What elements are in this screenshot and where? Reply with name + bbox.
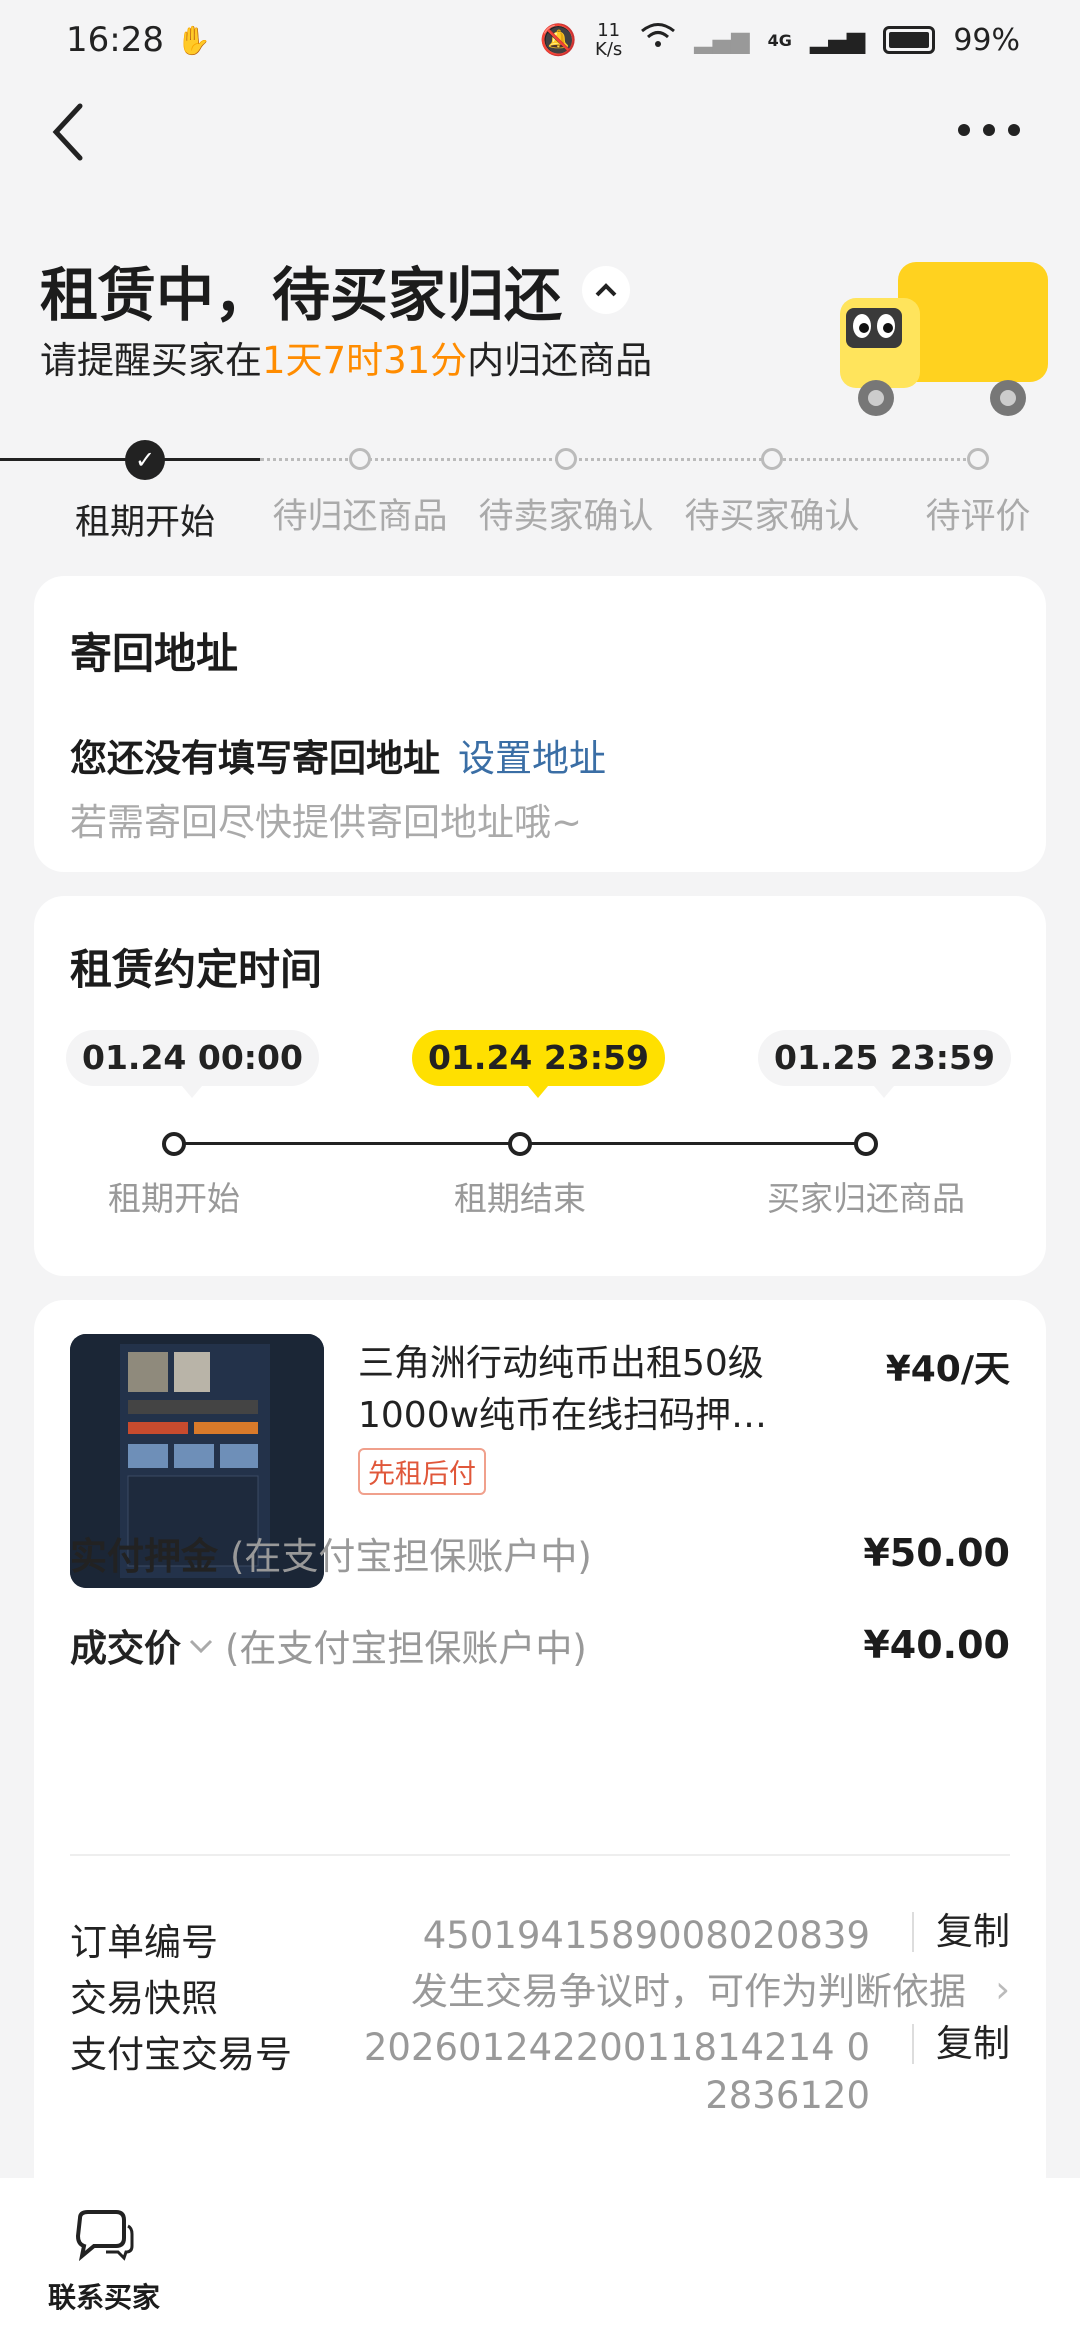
return-address-title: 寄回地址 xyxy=(70,629,239,678)
order-progress-steps: ✓ 租期开始 待归还商品 待卖家确认 待买家确认 待评价 xyxy=(0,440,1080,550)
rental-time-card: 租赁约定时间 01.24 00:00 01.24 23:59 01.25 23:… xyxy=(34,896,1046,1276)
return-reminder: 请提醒买家在1天7时31分内归还商品 xyxy=(40,339,653,382)
chevron-up-icon[interactable] xyxy=(582,266,631,314)
deal-price-value: ¥40.00 xyxy=(863,1623,1010,1667)
timeline-label: 买家归还商品 xyxy=(767,1179,965,1218)
timeline-label: 租期开始 xyxy=(108,1179,240,1218)
contact-buyer-button[interactable]: 联系买家 xyxy=(44,2208,164,2316)
copy-order-number-button[interactable]: 复制 xyxy=(912,1912,1010,1952)
status-time: 16:28 xyxy=(66,20,164,60)
more-icon[interactable] xyxy=(954,108,1034,158)
step-await-review: 待评价 xyxy=(878,440,1078,539)
order-number: 4501941589008020839 xyxy=(422,1914,870,1957)
signal-x-icon: ▂▄▆ xyxy=(694,26,750,54)
step-await-return: 待归还商品 xyxy=(260,440,460,539)
order-number-row: 订单编号 4501941589008020839 复制 xyxy=(70,1910,1010,1965)
set-address-link[interactable]: 设置地址 xyxy=(458,737,606,780)
rent-first-pay-later-tag: 先租后付 xyxy=(358,1448,486,1495)
start-time-bubble: 01.24 00:00 xyxy=(66,1030,319,1098)
alipay-trade-number: 20260124220011814214 0 2836120 xyxy=(363,2026,870,2117)
chevron-down-icon[interactable] xyxy=(189,1630,213,1660)
wifi-icon xyxy=(640,22,676,58)
bottom-action-bar: 联系买家 xyxy=(0,2178,1080,2340)
return-address-card: 寄回地址 您还没有填写寄回地址 设置地址 若需寄回尽快提供寄回地址哦~ xyxy=(34,576,1046,872)
mute-bell-icon: 🔕 xyxy=(539,22,578,58)
order-detail-card: 三角洲行动纯币出租50级1000w纯币在线扫码押… ¥40/天 先租后付 实付押… xyxy=(34,1300,1046,2180)
chevron-right-icon[interactable]: › xyxy=(995,1968,1010,2011)
remaining-time: 1天7时31分 xyxy=(262,339,468,382)
step-buyer-confirm: 待买家确认 xyxy=(672,440,872,539)
snapshot-row[interactable]: 交易快照 发生交易争议时，可作为判断依据 › xyxy=(70,1968,1010,2022)
product-title[interactable]: 三角洲行动纯币出租50级1000w纯币在线扫码押… xyxy=(358,1338,828,1442)
deposit-value: ¥50.00 xyxy=(863,1531,1010,1575)
check-icon: ✓ xyxy=(125,440,165,480)
status-bar: 16:28 ✋ 🔕 11 K/s ▂▄▆ 4G ▂▄▆ 99% xyxy=(0,0,1080,80)
timeline-dot xyxy=(162,1132,186,1156)
battery-icon xyxy=(883,26,936,54)
alipay-trade-row: 支付宝交易号 20260124220011814214 0 2836120 复制 xyxy=(70,2024,1010,2118)
address-missing-line: 您还没有填写寄回地址 设置地址 xyxy=(70,737,606,780)
divider xyxy=(70,1854,1010,1856)
order-status-title: 租赁中，待买家归还 xyxy=(40,248,631,332)
network-4g-icon: 4G xyxy=(767,30,792,50)
deal-price-row[interactable]: 成交价 (在支付宝担保账户中) ¥40.00 xyxy=(70,1618,1010,1672)
back-icon[interactable] xyxy=(48,100,108,170)
step-seller-confirm: 待卖家确认 xyxy=(466,440,666,539)
timeline-label: 租期结束 xyxy=(454,1179,586,1218)
status-icons: 🔕 11 K/s ▂▄▆ 4G ▂▄▆ 99% xyxy=(540,21,1020,59)
timeline-dot xyxy=(854,1132,878,1156)
snapshot-value: 发生交易争议时，可作为判断依据 xyxy=(411,1970,966,2013)
battery-percent: 99% xyxy=(953,22,1020,58)
net-speed: 11 K/s xyxy=(595,20,623,60)
hand-icon: ✋ xyxy=(175,23,211,57)
chat-icon xyxy=(72,2210,136,2268)
step-rental-start: ✓ 租期开始 xyxy=(45,440,245,545)
copy-alipay-number-button[interactable]: 复制 xyxy=(912,2024,1010,2064)
end-time-bubble: 01.24 23:59 xyxy=(412,1030,665,1098)
signal-icon: ▂▄▆ xyxy=(809,26,866,54)
contact-buyer-label: 联系买家 xyxy=(47,2281,160,2314)
top-nav xyxy=(0,100,1080,210)
timeline-dot xyxy=(508,1132,532,1156)
delivery-truck-icon xyxy=(828,248,1060,424)
address-hint: 若需寄回尽快提供寄回地址哦~ xyxy=(70,801,583,844)
return-time-bubble: 01.25 23:59 xyxy=(758,1030,1011,1098)
product-price: ¥40/天 xyxy=(885,1349,1010,1390)
deposit-row: 实付押金 (在支付宝担保账户中) ¥50.00 xyxy=(70,1531,1010,1578)
rental-time-title: 租赁约定时间 xyxy=(70,945,323,994)
